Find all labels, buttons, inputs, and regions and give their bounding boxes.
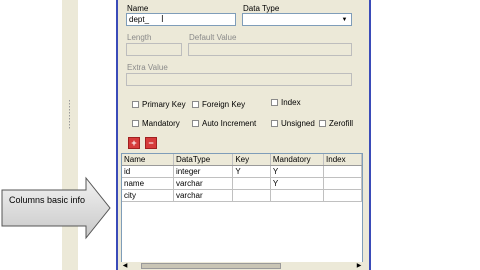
table-row[interactable]: name varchar Y — [122, 177, 362, 190]
scroll-left-icon[interactable]: ◀ — [121, 262, 129, 270]
unsigned-checkbox[interactable] — [271, 120, 278, 127]
columns-grid: Name DataType Key Mandatory Index id int… — [121, 153, 363, 270]
remove-column-button[interactable]: − — [145, 137, 157, 149]
foreign-key-checkbox[interactable] — [192, 101, 199, 108]
add-column-button[interactable]: + — [128, 137, 140, 149]
auto-increment-label: Auto Increment — [202, 119, 257, 128]
mandatory-checkbox[interactable] — [132, 120, 139, 127]
primary-key-label: Primary Key — [142, 100, 186, 109]
header-datatype[interactable]: DataType — [173, 154, 234, 166]
name-input[interactable]: dept_ I — [126, 13, 236, 26]
default-label: Default Value — [189, 33, 237, 42]
header-name[interactable]: Name — [122, 154, 174, 166]
table-header-row: Name DataType Key Mandatory Index — [122, 154, 362, 166]
name-label: Name — [127, 4, 149, 13]
index-label: Index — [281, 98, 301, 107]
cell-datatype[interactable]: varchar — [173, 189, 234, 202]
horizontal-scrollbar[interactable]: ◀ ▶ — [121, 262, 363, 270]
callout-arrow — [1, 176, 111, 240]
header-mandatory[interactable]: Mandatory — [270, 154, 325, 166]
name-value: dept_ — [129, 15, 150, 24]
chevron-down-icon[interactable]: ▼ — [338, 14, 351, 25]
cell-index[interactable] — [323, 177, 362, 190]
columns-table: Name DataType Key Mandatory Index id int… — [122, 154, 362, 202]
cell-index[interactable] — [323, 189, 362, 202]
cell-name[interactable]: name — [122, 177, 174, 190]
auto-increment-checkbox[interactable] — [192, 120, 199, 127]
unsigned-label: Unsigned — [281, 119, 315, 128]
index-checkbox[interactable] — [271, 99, 278, 106]
datatype-select[interactable]: ▼ — [242, 13, 352, 26]
default-input[interactable] — [188, 43, 352, 56]
cell-name[interactable]: id — [122, 165, 174, 178]
table-row[interactable]: id integer Y Y — [122, 165, 362, 178]
extra-label: Extra Value — [127, 63, 168, 72]
primary-key-checkbox[interactable] — [132, 101, 139, 108]
cell-datatype[interactable]: varchar — [173, 177, 234, 190]
zerofill-checkbox[interactable] — [319, 120, 326, 127]
scroll-right-icon[interactable]: ▶ — [355, 262, 363, 270]
cell-key[interactable] — [232, 177, 271, 190]
zerofill-label: Zerofill — [329, 119, 354, 128]
foreign-key-label: Foreign Key — [202, 100, 246, 109]
cell-datatype[interactable]: integer — [173, 165, 234, 178]
cell-mandatory[interactable]: Y — [270, 165, 325, 178]
extra-input[interactable] — [126, 73, 352, 86]
cell-key[interactable]: Y — [232, 165, 271, 178]
header-key[interactable]: Key — [232, 154, 271, 166]
mandatory-label: Mandatory — [142, 119, 180, 128]
length-label: Length — [127, 33, 152, 42]
callout-text: Columns basic info — [8, 195, 86, 205]
text-cursor-icon: I — [161, 14, 164, 25]
table-row[interactable]: city varchar — [122, 189, 362, 202]
right-area — [371, 0, 480, 270]
cell-index[interactable] — [323, 165, 362, 178]
cell-mandatory[interactable] — [270, 189, 325, 202]
cell-name[interactable]: city — [122, 189, 174, 202]
datatype-label: Data Type — [243, 4, 280, 13]
header-index[interactable]: Index — [323, 154, 362, 166]
cell-mandatory[interactable]: Y — [270, 177, 325, 190]
cell-key[interactable] — [232, 189, 271, 202]
scroll-thumb[interactable] — [141, 263, 281, 269]
length-input[interactable] — [126, 43, 182, 56]
